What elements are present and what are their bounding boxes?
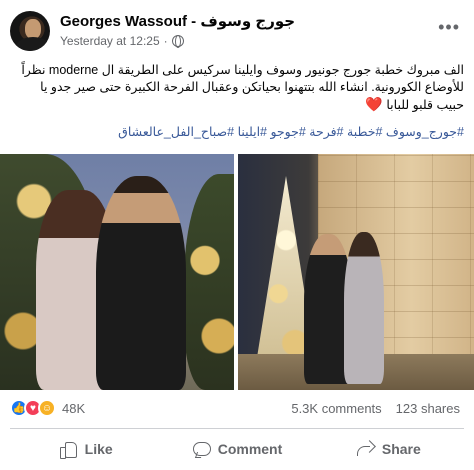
post-text: الف مبروك خطبة جورج جونيور وسوف وايلينا … bbox=[10, 62, 464, 114]
share-label: Share bbox=[381, 441, 421, 457]
engagement-counts: 5.3K comments 123 shares bbox=[291, 401, 460, 416]
heart-emoji-icon: ❤️ bbox=[365, 96, 383, 112]
reactions-summary[interactable]: 👍 ♥ ☺ 48K bbox=[10, 399, 85, 417]
share-arrow-icon bbox=[356, 440, 374, 458]
shares-count[interactable]: 123 shares bbox=[396, 401, 460, 416]
meta-separator: · bbox=[163, 34, 168, 48]
share-button[interactable]: Share bbox=[313, 432, 464, 466]
facebook-post: Georges Wassouf - جورج وسوف Yesterday at… bbox=[0, 0, 474, 470]
comment-label: Comment bbox=[217, 441, 283, 457]
photo-grid bbox=[0, 154, 474, 390]
comment-button[interactable]: Comment bbox=[161, 432, 312, 466]
post-hashtags[interactable]: #جورج_وسوف #خطبة #فرحة #جوجو #ايلينا #صب… bbox=[10, 124, 464, 139]
divider bbox=[10, 428, 464, 429]
post-header: Georges Wassouf - جورج وسوف Yesterday at… bbox=[10, 8, 464, 56]
photo-couple-tree-outdoor[interactable] bbox=[0, 154, 234, 390]
action-bar: Like Comment Share bbox=[10, 432, 464, 466]
photo-couple-stone-wall[interactable] bbox=[238, 154, 474, 390]
thumbs-up-icon bbox=[59, 440, 77, 459]
post-timestamp[interactable]: Yesterday at 12:25 bbox=[60, 34, 160, 48]
care-reaction-icon: ☺ bbox=[38, 399, 56, 417]
like-button[interactable]: Like bbox=[10, 432, 161, 466]
author-name[interactable]: Georges Wassouf - جورج وسوف bbox=[60, 12, 295, 30]
post-meta: Yesterday at 12:25 · bbox=[60, 34, 184, 48]
like-label: Like bbox=[84, 441, 113, 457]
author-avatar[interactable] bbox=[10, 11, 50, 51]
globe-icon[interactable] bbox=[171, 35, 184, 48]
comments-count[interactable]: 5.3K comments bbox=[291, 401, 381, 416]
comment-bubble-icon bbox=[192, 440, 211, 458]
post-message: الف مبروك خطبة جورج جونيور وسوف وايلينا … bbox=[21, 63, 464, 112]
more-options-icon[interactable]: ••• bbox=[438, 18, 460, 36]
post-stats: 👍 ♥ ☺ 48K 5.3K comments 123 shares bbox=[10, 398, 464, 420]
reactions-count[interactable]: 48K bbox=[62, 401, 85, 416]
